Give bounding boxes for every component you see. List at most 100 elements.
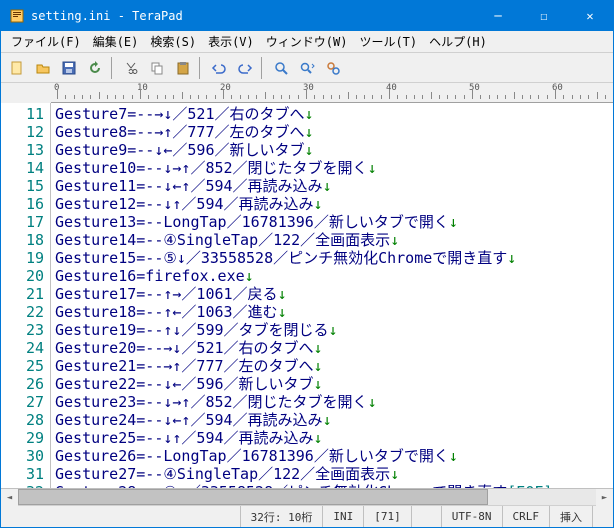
eol-marker: ↓ [449,447,458,465]
line-number: 19 [1,249,44,267]
text-line[interactable]: Gesture14=--④SingleTap／122／全画面表示↓ [55,231,609,249]
scroll-right-arrow[interactable]: ► [596,489,613,506]
text-line[interactable]: Gesture16=firefox.exe↓ [55,267,609,285]
text-line[interactable]: Gesture20=--→↓／521／右のタブへ↓ [55,339,609,357]
line-number: 14 [1,159,44,177]
editor-area: 1112131415161718192021222324252627282930… [1,103,613,488]
ruler-label: 60 [552,83,563,93]
menu-file[interactable]: ファイル(F) [5,31,87,52]
text-line[interactable]: Gesture9=--↓←／596／新しいタブ↓ [55,141,609,159]
ruler-label: 40 [386,83,397,93]
scroll-left-arrow[interactable]: ◄ [1,489,18,506]
toolbar-separator [111,57,115,79]
status-eol: CRLF [502,506,550,527]
toolbar [1,53,613,83]
open-file-button[interactable] [31,56,55,80]
eol-marker: ↓ [368,393,377,411]
text-line[interactable]: Gesture10=--↓→↑／852／閉じたタブを開く↓ [55,159,609,177]
text-line[interactable]: Gesture7=--→↓／521／右のタブへ↓ [55,105,609,123]
status-position: 32行: 10桁 [240,506,323,527]
eol-marker: ↓ [314,375,323,393]
replace-button[interactable] [321,56,345,80]
eol-marker: ↓ [368,159,377,177]
eol-marker: ↓ [314,339,323,357]
line-number: 30 [1,447,44,465]
eol-marker: ↓ [305,105,314,123]
text-line[interactable]: Gesture18=--↑←／1063／進む↓ [55,303,609,321]
text-line[interactable]: Gesture15=--⑤↓／33558528／ピンチ無効化Chromeで開き直… [55,249,609,267]
eol-marker: ↓ [305,141,314,159]
text-line[interactable]: Gesture11=--↓←↑／594／再読み込み↓ [55,177,609,195]
ruler-label: 20 [220,83,231,93]
save-button[interactable] [57,56,81,80]
menu-search[interactable]: 検索(S) [144,31,202,52]
scroll-thumb[interactable] [18,489,488,505]
menu-tool[interactable]: ツール(T) [353,31,423,52]
eol-marker: ↓ [278,285,287,303]
line-number: 18 [1,231,44,249]
menu-view[interactable]: 表示(V) [202,31,260,52]
paste-button[interactable] [171,56,195,80]
menu-edit[interactable]: 編集(E) [87,31,145,52]
text-line[interactable]: Gesture21=--→↑／777／左のタブへ↓ [55,357,609,375]
text-content[interactable]: Gesture7=--→↓／521／右のタブへ↓Gesture8=--→↑／77… [51,103,613,488]
menu-bar: ファイル(F) 編集(E) 検索(S) 表示(V) ウィンドウ(W) ツール(T… [1,31,613,53]
text-line[interactable]: Gesture27=--④SingleTap／122／全画面表示↓ [55,465,609,483]
text-line[interactable]: Gesture26=--LongTap／16781396／新しいタブで開く↓ [55,447,609,465]
status-blank [411,506,441,527]
eol-marker: ↓ [314,357,323,375]
toolbar-separator [261,57,265,79]
copy-button[interactable] [145,56,169,80]
minimize-button[interactable]: ─ [475,1,521,31]
line-number-gutter: 1112131415161718192021222324252627282930… [1,103,51,488]
redo-button[interactable] [233,56,257,80]
eol-marker: ↓ [507,249,516,267]
toolbar-separator [199,57,203,79]
eol-marker: ↓ [278,303,287,321]
close-button[interactable]: ✕ [567,1,613,31]
undo-button[interactable] [207,56,231,80]
text-line[interactable]: Gesture23=--↓→↑／852／閉じたタブを開く↓ [55,393,609,411]
eol-marker: ↓ [245,267,254,285]
text-line[interactable]: Gesture13=--LongTap／16781396／新しいタブで開く↓ [55,213,609,231]
text-line[interactable]: Gesture12=--↓↑／594／再読み込み↓ [55,195,609,213]
find-next-button[interactable] [295,56,319,80]
eol-marker: ↓ [323,411,332,429]
line-number: 24 [1,339,44,357]
find-button[interactable] [269,56,293,80]
text-line[interactable]: Gesture24=--↓←↑／594／再読み込み↓ [55,411,609,429]
line-number: 22 [1,303,44,321]
cut-button[interactable] [119,56,143,80]
line-number: 23 [1,321,44,339]
line-number: 29 [1,429,44,447]
menu-help[interactable]: ヘルプ(H) [423,31,493,52]
eol-marker: ↓ [449,213,458,231]
status-code: [71] [363,506,411,527]
status-filetype: INI [322,506,363,527]
new-file-button[interactable] [5,56,29,80]
horizontal-scrollbar[interactable]: ◄ ► [1,488,613,505]
text-line[interactable]: Gesture8=--→↑／777／左のタブへ↓ [55,123,609,141]
app-window: setting.ini - TeraPad ─ ☐ ✕ ファイル(F) 編集(E… [0,0,614,528]
text-line[interactable]: Gesture17=--↑→／1061／戻る↓ [55,285,609,303]
text-line[interactable]: Gesture19=--↑↓／599／タブを閉じる↓ [55,321,609,339]
title-bar[interactable]: setting.ini - TeraPad ─ ☐ ✕ [1,1,613,31]
line-number: 17 [1,213,44,231]
ruler: 0102030405060 [51,83,613,103]
text-line[interactable]: Gesture25=--↓↑／594／再読み込み↓ [55,429,609,447]
text-line[interactable]: Gesture22=--↓←／596／新しいタブ↓ [55,375,609,393]
eol-marker: ↓ [314,429,323,447]
window-title: setting.ini - TeraPad [31,9,475,23]
maximize-button[interactable]: ☐ [521,1,567,31]
status-bar: 32行: 10桁 INI [71] UTF-8N CRLF 挿入 [1,505,613,527]
line-number: 31 [1,465,44,483]
line-number: 16 [1,195,44,213]
line-number: 11 [1,105,44,123]
status-encoding: UTF-8N [441,506,502,527]
ruler-label: 30 [303,83,314,93]
status-grip[interactable] [592,506,613,527]
reload-button[interactable] [83,56,107,80]
menu-window[interactable]: ウィンドウ(W) [260,31,354,52]
line-number: 25 [1,357,44,375]
eol-marker: ↓ [323,177,332,195]
